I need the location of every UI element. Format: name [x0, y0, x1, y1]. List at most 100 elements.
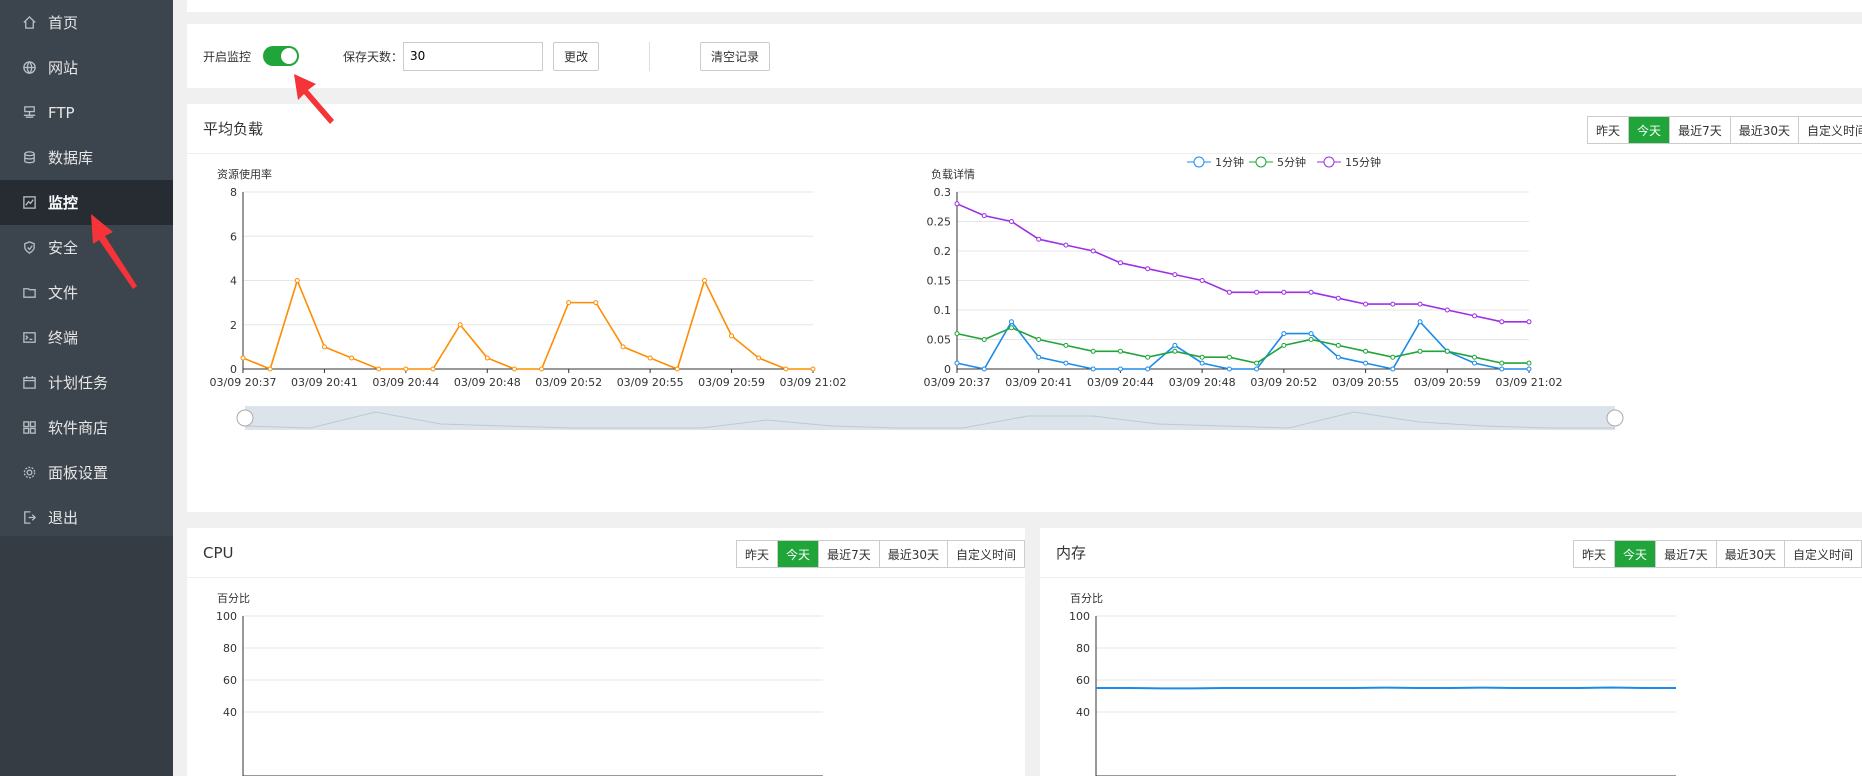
monitor-label: 开启监控: [203, 49, 252, 64]
sidebar-item-label: 安全: [48, 239, 79, 257]
data-point: [1499, 319, 1505, 325]
load-date-tabs: 昨天 今天 最近7天 最近30天 自定义时间: [1587, 116, 1862, 144]
date-tab[interactable]: 自定义时间: [1797, 117, 1862, 143]
date-tab[interactable]: 最近7天: [1669, 117, 1730, 143]
days-label: 保存天数：: [343, 49, 404, 64]
red-arrow-pointer: [91, 214, 137, 289]
data-point: [1335, 295, 1341, 301]
data-point: [1363, 348, 1369, 354]
x-tick-label: 03/09 20:55: [617, 376, 684, 389]
data-point: [1390, 366, 1396, 372]
data-point: [1172, 342, 1178, 348]
data-zoom-handle[interactable]: [236, 409, 254, 427]
data-zoom-slider[interactable]: [245, 406, 1615, 430]
sidebar-item-7[interactable]: 终端: [0, 315, 173, 360]
data-point: [954, 331, 960, 337]
data-zoom-handle[interactable]: [1606, 409, 1624, 427]
y-axis-label: 百分比: [217, 592, 250, 605]
data-point: [1199, 354, 1205, 360]
data-point: [1308, 331, 1314, 337]
data-point: [810, 366, 816, 372]
gear-icon: [20, 465, 38, 481]
y-tick-label: 0.25: [927, 216, 952, 229]
memory-title: 内存: [1056, 544, 1087, 562]
y-tick-label: 60: [223, 674, 237, 687]
data-point: [1117, 366, 1123, 372]
data-point: [1499, 366, 1505, 372]
date-tab[interactable]: 昨天: [1588, 117, 1629, 143]
data-point: [1472, 313, 1478, 319]
data-point: [1036, 337, 1042, 342]
data-point: [1254, 360, 1260, 366]
data-point: [1335, 342, 1341, 348]
main-content: 开启监控 保存天数： 更改 清空记录 平均负载 昨天今天最近7天最近30天自定义…: [173, 0, 1862, 776]
date-tab[interactable]: 自定义时间: [1783, 541, 1861, 567]
days-input[interactable]: [403, 41, 544, 71]
data-point: [1281, 331, 1287, 337]
sidebar-item-label: 终端: [48, 329, 79, 347]
data-point: [539, 366, 545, 372]
sidebar-item-label: 首页: [48, 14, 79, 32]
data-point: [1063, 360, 1069, 366]
date-tab[interactable]: 昨天: [1574, 541, 1615, 567]
y-tick-label: 0: [944, 363, 951, 376]
data-point: [1226, 354, 1232, 360]
monitor-toggle[interactable]: [263, 46, 300, 66]
calendar-icon: [20, 375, 38, 391]
date-tab[interactable]: 最近30天: [1729, 117, 1798, 143]
y-axis-label: 资源使用率: [217, 167, 272, 181]
data-point: [981, 213, 987, 219]
data-point: [349, 355, 355, 361]
x-tick-label: 03/09 20:44: [1087, 376, 1154, 389]
apps-icon: [20, 420, 38, 436]
legend-label[interactable]: 1分钟: [1215, 155, 1244, 169]
data-point: [1254, 289, 1260, 295]
cpu-card: CPU 昨天 今天 最近7天 最近30天 自定义时间 百分比 40 60 80 100: [187, 528, 1025, 776]
sidebar-item-9[interactable]: 软件商店: [0, 405, 173, 450]
date-tab[interactable]: 昨天: [737, 541, 778, 567]
sidebar-item-0[interactable]: 首页: [0, 0, 173, 45]
date-tab[interactable]: 最近30天: [1715, 541, 1784, 567]
date-tab[interactable]: 最近30天: [878, 541, 947, 567]
data-point: [1472, 354, 1478, 360]
data-point: [1499, 360, 1505, 366]
database-icon: [20, 150, 38, 166]
memory-card: 内存 昨天 今天 最近7天 最近30天 自定义时间 百分比 40 60 80 100: [1040, 528, 1862, 776]
sidebar-item-2[interactable]: FTP: [0, 90, 173, 135]
sidebar-item-10[interactable]: 面板设置: [0, 450, 173, 495]
legend-marker: [1323, 156, 1335, 168]
data-point: [1145, 266, 1151, 272]
data-point: [1090, 366, 1096, 372]
data-point: [1390, 301, 1396, 307]
legend-label[interactable]: 5分钟: [1277, 155, 1306, 169]
data-point: [1008, 319, 1014, 325]
data-point: [1444, 307, 1450, 313]
clear-records-button[interactable]: 清空记录: [700, 41, 771, 71]
y-tick-label: 40: [1076, 706, 1090, 719]
sidebar-item-1[interactable]: 网站: [0, 45, 173, 90]
sidebar-item-11[interactable]: 退出: [0, 495, 173, 540]
y-tick-label: 0.2: [934, 245, 952, 258]
legend-marker: [1255, 156, 1267, 168]
date-tab[interactable]: 自定义时间: [946, 541, 1024, 567]
cpu-chart: 百分比 40 60 80 100: [216, 592, 823, 776]
legend-label[interactable]: 15分钟: [1345, 155, 1381, 169]
date-tab[interactable]: 今天: [1628, 117, 1670, 143]
data-point: [376, 366, 382, 372]
data-point: [1526, 319, 1532, 325]
sidebar-item-8[interactable]: 计划任务: [0, 360, 173, 405]
date-tab[interactable]: 今天: [1614, 541, 1656, 567]
data-point: [1363, 360, 1369, 366]
data-point: [1526, 366, 1532, 372]
date-tab[interactable]: 最近7天: [1655, 541, 1716, 567]
sidebar-item-3[interactable]: 数据库: [0, 135, 173, 180]
date-tab[interactable]: 今天: [777, 541, 819, 567]
x-tick-label: 03/09 20:37: [210, 376, 277, 389]
date-tab[interactable]: 最近7天: [818, 541, 879, 567]
change-button[interactable]: 更改: [553, 41, 600, 71]
data-point: [647, 355, 653, 361]
sidebar-item-label: 计划任务: [48, 374, 109, 392]
sidebar-item-label: 面板设置: [48, 464, 109, 482]
logout-icon: [20, 510, 38, 526]
x-tick-label: 03/09 20:52: [1250, 376, 1317, 389]
